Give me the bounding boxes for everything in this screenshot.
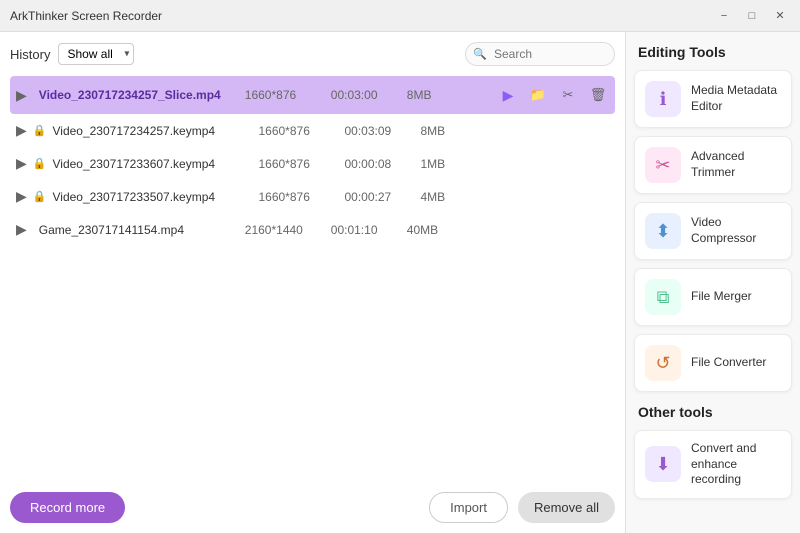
search-input[interactable] <box>465 42 615 66</box>
right-panel: Editing Tools ℹ Media Metadata Editor ✂ Adv… <box>625 32 800 533</box>
file-size: 1MB <box>420 157 460 171</box>
record-more-button[interactable]: Record more <box>10 492 125 523</box>
file-size: 8MB <box>420 124 460 138</box>
file-duration: 00:01:10 <box>331 223 401 237</box>
file-name: Game_230717141154.mp4 <box>39 223 239 237</box>
maximize-button[interactable]: □ <box>742 6 762 26</box>
file-size: 8MB <box>407 88 447 102</box>
file-duration: 00:03:00 <box>331 88 401 102</box>
file-converter-label: File Converter <box>691 355 766 371</box>
file-duration: 00:00:08 <box>344 157 414 171</box>
table-row[interactable]: ▶ 🔒 Video_230717233607.keymp4 1660*876 00:00… <box>10 147 615 180</box>
table-row[interactable]: ▶ Video_230717234257_Slice.mp4 1660*876 00:… <box>10 76 615 114</box>
remove-all-button[interactable]: Remove all <box>518 492 615 523</box>
file-resolution: 1660*876 <box>258 157 338 171</box>
window-controls: − □ ✕ <box>714 6 790 26</box>
app-title: ArkThinker Screen Recorder <box>10 9 714 23</box>
file-name: Video_230717233507.keymp4 <box>52 190 252 204</box>
table-row[interactable]: ▶ Game_230717141154.mp4 2160*1440 00:01:10 4… <box>10 213 615 246</box>
tool-card-convert-enhance[interactable]: ⬇ Convert and enhance recording <box>634 430 792 499</box>
file-converter-icon: ↺ <box>645 345 681 381</box>
search-box: 🔍 <box>465 42 615 66</box>
file-type-icon: ▶ <box>16 188 27 205</box>
tool-card-video-compressor[interactable]: ⬍ Video Compressor <box>634 202 792 260</box>
titlebar: ArkThinker Screen Recorder − □ ✕ <box>0 0 800 32</box>
file-resolution: 2160*1440 <box>245 223 325 237</box>
file-type-icon: ▶ <box>16 155 27 172</box>
file-merger-icon: ⧉ <box>645 279 681 315</box>
video-compressor-icon: ⬍ <box>645 213 681 249</box>
file-actions: ▶ 📁 ✂ 🗑 <box>497 84 609 106</box>
other-tools-title: Other tools <box>634 404 792 420</box>
convert-enhance-icon: ⬇ <box>645 446 681 482</box>
editing-tools-title: Editing Tools <box>634 44 792 60</box>
file-resolution: 1660*876 <box>258 190 338 204</box>
file-type-icon: ▶ <box>16 122 27 139</box>
lock-icon: 🔒 <box>33 124 47 137</box>
tool-card-media-metadata[interactable]: ℹ Media Metadata Editor <box>634 70 792 128</box>
convert-enhance-label: Convert and enhance recording <box>691 441 781 488</box>
left-panel: History Show all 🔍 ▶ Video_230717234257_S… <box>0 32 625 533</box>
file-name: Video_230717234257.keymp4 <box>52 124 252 138</box>
other-tools-list: ⬇ Convert and enhance recording <box>634 430 792 507</box>
table-row[interactable]: ▶ 🔒 Video_230717234257.keymp4 1660*876 00:03… <box>10 114 615 147</box>
search-icon: 🔍 <box>473 48 487 61</box>
file-name: Video_230717234257_Slice.mp4 <box>39 88 239 102</box>
lock-icon: 🔒 <box>33 190 47 203</box>
advanced-trimmer-icon: ✂ <box>645 147 681 183</box>
delete-button[interactable]: 🗑 <box>587 84 609 106</box>
video-compressor-label: Video Compressor <box>691 215 781 246</box>
import-button[interactable]: Import <box>429 492 508 523</box>
editing-tools-list: ℹ Media Metadata Editor ✂ Advanced Trimmer ⬍… <box>634 70 792 400</box>
file-type-icon: ▶ <box>16 87 27 104</box>
file-type-icon: ▶ <box>16 221 27 238</box>
history-label: History <box>10 47 50 62</box>
main-layout: History Show all 🔍 ▶ Video_230717234257_S… <box>0 32 800 533</box>
tool-card-file-converter[interactable]: ↺ File Converter <box>634 334 792 392</box>
table-row[interactable]: ▶ 🔒 Video_230717233507.keymp4 1660*876 00:00… <box>10 180 615 213</box>
show-all-select[interactable]: Show all <box>58 43 134 65</box>
file-name: Video_230717233607.keymp4 <box>52 157 252 171</box>
file-list: ▶ Video_230717234257_Slice.mp4 1660*876 00:… <box>10 76 615 482</box>
tool-card-advanced-trimmer[interactable]: ✂ Advanced Trimmer <box>634 136 792 194</box>
toolbar: History Show all 🔍 <box>10 42 615 66</box>
open-folder-button[interactable]: 📁 <box>527 84 549 106</box>
file-resolution: 1660*876 <box>245 88 325 102</box>
close-button[interactable]: ✕ <box>770 6 790 26</box>
advanced-trimmer-label: Advanced Trimmer <box>691 149 781 180</box>
edit-button[interactable]: ✂ <box>557 84 579 106</box>
file-size: 4MB <box>420 190 460 204</box>
media-metadata-label: Media Metadata Editor <box>691 83 781 114</box>
minimize-button[interactable]: − <box>714 6 734 26</box>
lock-icon: 🔒 <box>33 157 47 170</box>
file-size: 40MB <box>407 223 447 237</box>
file-duration: 00:00:27 <box>344 190 414 204</box>
file-merger-label: File Merger <box>691 289 752 305</box>
file-duration: 00:03:09 <box>344 124 414 138</box>
file-resolution: 1660*876 <box>258 124 338 138</box>
media-metadata-icon: ℹ <box>645 81 681 117</box>
tool-card-file-merger[interactable]: ⧉ File Merger <box>634 268 792 326</box>
bottom-bar: Record more Import Remove all <box>10 482 615 523</box>
play-button[interactable]: ▶ <box>497 84 519 106</box>
show-all-wrapper: Show all <box>58 43 134 65</box>
